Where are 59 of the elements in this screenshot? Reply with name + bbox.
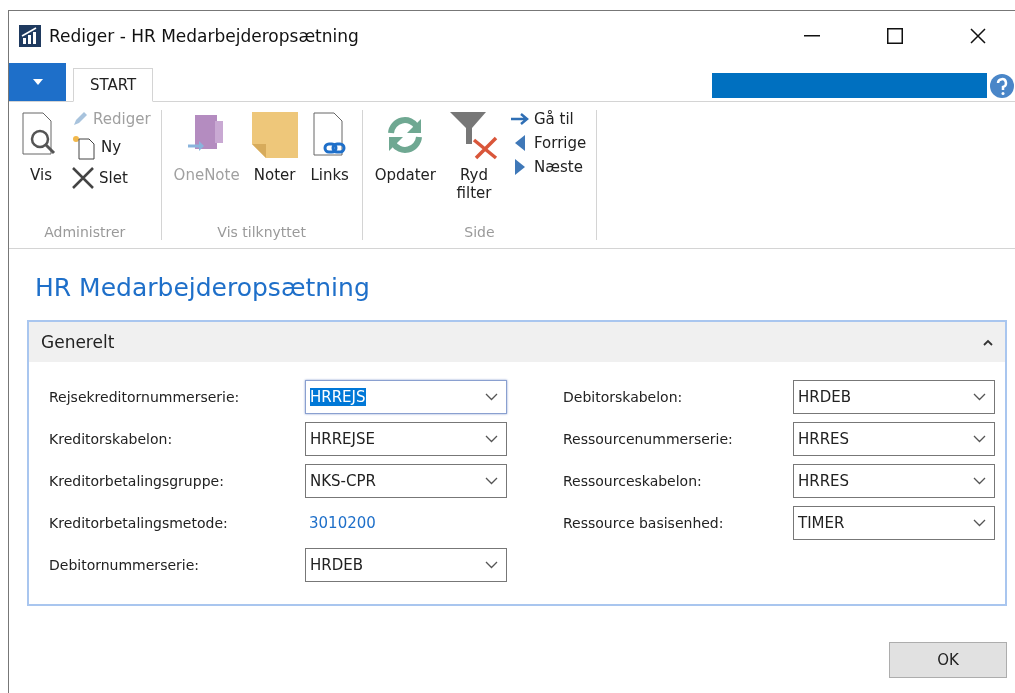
chevron-down-icon [973, 477, 986, 485]
dropdown-field[interactable]: HRREJS [305, 380, 507, 414]
window-title: Rediger - HR Medarbejderopsætning [49, 26, 360, 46]
caret-icon [32, 79, 43, 85]
help-icon[interactable] [989, 72, 1015, 99]
ribbon-button[interactable]: Ryd filter [446, 110, 502, 224]
app-logo-icon [19, 25, 41, 47]
section-title: Generelt [41, 332, 116, 352]
field-label: Kreditorskabelon: [49, 431, 174, 447]
arrow-right-icon [510, 112, 530, 126]
group-label: Administrer [44, 224, 126, 240]
group-label: Vis tilknyttet [217, 224, 306, 240]
filter-clear-icon [448, 110, 500, 160]
page-title: HR Medarbejderopsætning [35, 273, 371, 302]
section-header[interactable]: Generelt [29, 322, 1005, 362]
field-label: Kreditorbetalingsmetode: [49, 515, 229, 531]
field-label: Debitornummerserie: [49, 557, 200, 573]
ribbon-button[interactable]: Vis [19, 110, 63, 224]
maximize-icon [886, 28, 903, 44]
ribbon-tab[interactable]: START [73, 68, 154, 102]
chevron-down-icon [485, 561, 498, 569]
document-link-icon [311, 112, 348, 158]
ribbon-button[interactable]: Noter [249, 110, 300, 224]
dropdown-field[interactable]: HRDEB [305, 548, 507, 582]
group-label: Side [464, 224, 495, 240]
chevron-down-icon [485, 393, 498, 401]
dropdown-field[interactable]: TIMER [793, 506, 995, 540]
ribbon-button[interactable]: Forrige [510, 134, 587, 152]
chevron-up-icon[interactable] [983, 338, 993, 346]
ok-button[interactable]: OK [889, 642, 1007, 678]
ribbon-button[interactable]: Ny [71, 134, 151, 160]
chevron-down-icon [973, 393, 986, 401]
field-label: Ressourceskabelon: [563, 473, 703, 489]
chevron-down-icon [485, 477, 498, 485]
dropdown-field[interactable]: HRRES [793, 464, 995, 498]
new-document-icon [71, 134, 97, 160]
dropdown-field[interactable]: HRDEB [793, 380, 995, 414]
field-label: Kreditorbetalingsgruppe: [49, 473, 225, 489]
field-label: Ressource basisenhed: [563, 515, 725, 531]
value-link[interactable]: 3010200 [305, 514, 507, 532]
dropdown-field[interactable]: NKS-CPR [305, 464, 507, 498]
sticky-note-icon [251, 112, 298, 158]
field-label: Rejsekreditornummerserie: [49, 389, 241, 405]
close-icon [71, 166, 95, 190]
pencil-icon [71, 110, 89, 128]
field-label: Debitorskabelon: [563, 389, 684, 405]
field-label: Ressourcenummerserie: [563, 431, 734, 447]
ribbon-button[interactable]: Næste [510, 158, 587, 176]
chevron-down-icon [973, 435, 986, 443]
ribbon-button[interactable]: Links [307, 110, 352, 224]
ribbon-button[interactable]: Opdater [372, 110, 438, 224]
chevron-down-icon [973, 519, 986, 527]
ribbon-button[interactable]: Slet [71, 166, 151, 190]
close-icon [969, 28, 986, 44]
chevron-down-icon [485, 435, 498, 443]
dropdown-field[interactable]: HRREJSE [305, 422, 507, 456]
minimize-icon [803, 35, 820, 37]
dropdown-field[interactable]: HRRES [793, 422, 995, 456]
ribbon-button[interactable]: Gå til [510, 110, 587, 128]
